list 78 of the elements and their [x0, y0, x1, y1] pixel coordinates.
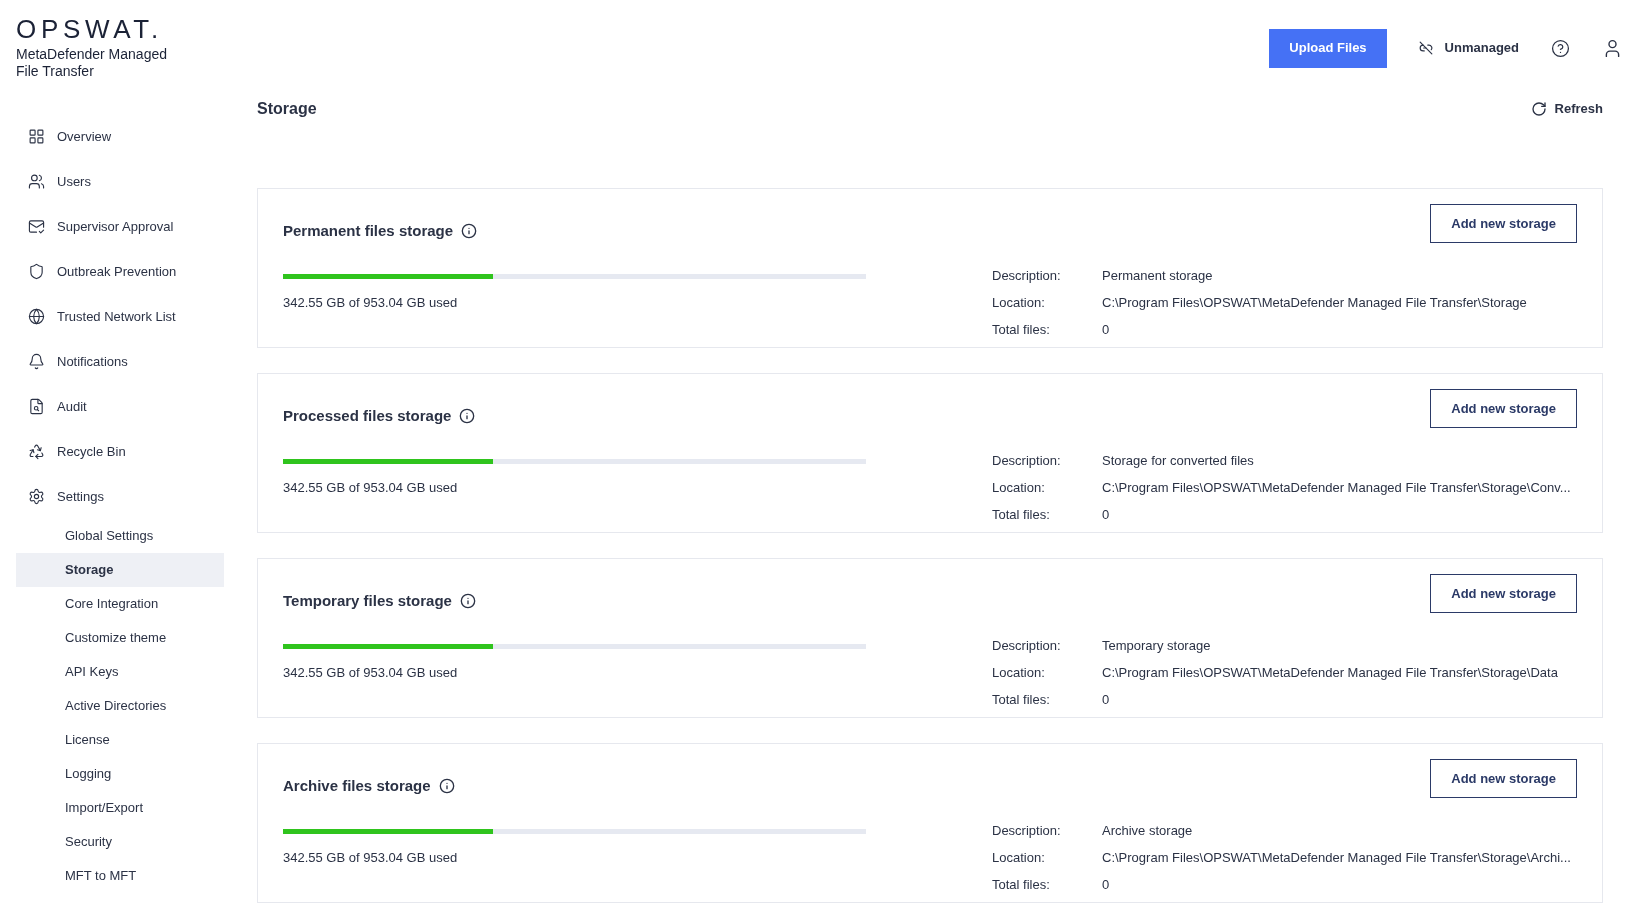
- add-storage-button[interactable]: Add new storage: [1430, 759, 1577, 798]
- detail-value: 0: [1102, 506, 1110, 524]
- settings-icon: [28, 488, 45, 505]
- sidebar-item[interactable]: Recycle Bin: [16, 429, 224, 474]
- detail-label: Location:: [992, 294, 1046, 312]
- storage-title: Archive files storage: [283, 775, 431, 796]
- sidebar-subitem[interactable]: Active Directories: [16, 689, 224, 723]
- detail-value: Archive storage: [1102, 822, 1193, 840]
- detail-label: Total files:: [992, 876, 1051, 894]
- detail-value: C:\Program Files\OPSWAT\MetaDefender Managed File Transfer\Storage\Archi...: [1102, 849, 1571, 867]
- detail-label: Location:: [992, 664, 1046, 682]
- detail-label: Description:: [992, 822, 1062, 840]
- users-icon: [28, 173, 45, 190]
- detail-value: Storage for converted files: [1102, 452, 1254, 470]
- sidebar-subitem[interactable]: Global Settings: [16, 519, 224, 553]
- info-icon[interactable]: [438, 778, 455, 794]
- recycle-icon: [28, 443, 45, 460]
- add-storage-button[interactable]: Add new storage: [1430, 389, 1577, 428]
- info-icon[interactable]: [461, 223, 478, 239]
- detail-value: Temporary storage: [1102, 637, 1211, 655]
- sidebar-item[interactable]: Outbreak Prevention: [16, 249, 224, 294]
- envelope-check-icon: [28, 218, 45, 235]
- sidebar-subitem[interactable]: Storage: [16, 553, 224, 587]
- add-storage-button[interactable]: Add new storage: [1430, 574, 1577, 613]
- detail-value: C:\Program Files\OPSWAT\MetaDefender Managed File Transfer\Storage\Data: [1102, 664, 1558, 682]
- refresh-button[interactable]: Refresh: [1530, 99, 1603, 119]
- detail-label: Location:: [992, 479, 1046, 497]
- shield-icon: [28, 263, 45, 280]
- unmanaged-status[interactable]: Unmanaged: [1418, 38, 1519, 58]
- sidebar-subitem[interactable]: Customize theme: [16, 621, 224, 655]
- detail-label: Description:: [992, 452, 1062, 470]
- detail-value: 0: [1102, 691, 1110, 709]
- detail-value: Permanent storage: [1102, 267, 1213, 285]
- info-icon[interactable]: [459, 593, 476, 609]
- sidebar-item[interactable]: Audit: [16, 384, 224, 429]
- document-search-icon: [28, 398, 45, 415]
- sidebar-subitem[interactable]: Logging: [16, 757, 224, 791]
- detail-value: 0: [1102, 321, 1110, 339]
- sidebar-item[interactable]: Users: [16, 159, 224, 204]
- detail-label: Description:: [992, 267, 1062, 285]
- sidebar-item[interactable]: Supervisor Approval: [16, 204, 224, 249]
- detail-label: Total files:: [992, 506, 1051, 524]
- usage-text: 342.55 GB of 953.04 GB used: [283, 479, 459, 497]
- info-icon[interactable]: [459, 408, 476, 424]
- usage-text: 342.55 GB of 953.04 GB used: [283, 664, 459, 682]
- detail-label: Total files:: [992, 691, 1051, 709]
- grid-icon: [28, 128, 45, 145]
- detail-value: C:\Program Files\OPSWAT\MetaDefender Managed File Transfer\Storage: [1102, 294, 1527, 312]
- storage-title: Temporary files storage: [283, 590, 452, 611]
- page-title: Storage: [257, 99, 317, 119]
- detail-value: C:\Program Files\OPSWAT\MetaDefender Managed File Transfer\Storage\Conv...: [1102, 479, 1571, 497]
- sidebar-subitem[interactable]: MFT to MFT: [16, 859, 224, 893]
- detail-label: Description:: [992, 637, 1062, 655]
- sidebar-subitem[interactable]: Core Integration: [16, 587, 224, 621]
- sidebar-subitem[interactable]: Import/Export: [16, 791, 224, 825]
- sidebar-subitem[interactable]: License: [16, 723, 224, 757]
- refresh-icon: [1530, 101, 1547, 117]
- product-name: MetaDefender Managed File Transfer: [16, 46, 168, 80]
- detail-label: Total files:: [992, 321, 1051, 339]
- add-storage-button[interactable]: Add new storage: [1430, 204, 1577, 243]
- globe-icon: [28, 308, 45, 325]
- sidebar-item[interactable]: Notifications: [16, 339, 224, 384]
- help-icon[interactable]: [1551, 38, 1570, 58]
- storage-title: Permanent files storage: [283, 220, 454, 241]
- sidebar-item[interactable]: Settings: [16, 474, 224, 519]
- detail-value: 0: [1102, 876, 1110, 894]
- storage-title: Processed files storage: [283, 405, 452, 426]
- sidebar-subitem[interactable]: Security: [16, 825, 224, 859]
- sidebar-item[interactable]: Trusted Network List: [16, 294, 224, 339]
- bell-icon: [28, 353, 45, 370]
- usage-text: 342.55 GB of 953.04 GB used: [283, 294, 459, 312]
- detail-label: Location:: [992, 849, 1046, 867]
- usage-text: 342.55 GB of 953.04 GB used: [283, 849, 459, 867]
- upload-files-button[interactable]: Upload Files: [1269, 28, 1387, 68]
- sidebar-item[interactable]: Overview: [16, 114, 224, 159]
- logo-wordmark: OPSWAT.: [16, 16, 164, 42]
- broken-link-icon: [1418, 41, 1433, 55]
- sidebar-subitem[interactable]: API Keys: [16, 655, 224, 689]
